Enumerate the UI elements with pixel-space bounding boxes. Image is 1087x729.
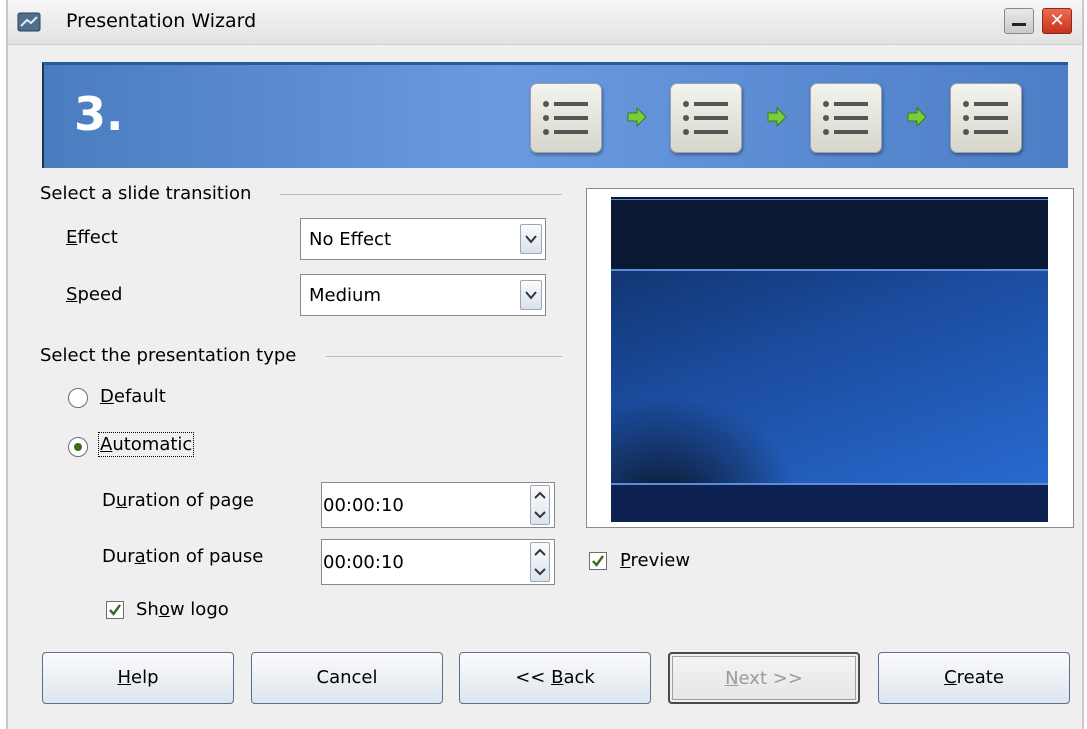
speed-select[interactable]: Medium xyxy=(300,274,546,316)
wizard-banner: 3. xyxy=(42,62,1068,168)
automatic-radio-label[interactable]: Automatic xyxy=(97,432,195,457)
step-1-list-icon xyxy=(530,83,602,153)
preview-checkbox[interactable] xyxy=(589,552,607,570)
duration-of-pause-spinner[interactable]: 00:00:10 xyxy=(321,539,555,585)
step-2-list-icon xyxy=(670,83,742,153)
step-3-list-icon xyxy=(810,83,882,153)
speed-label: Speed xyxy=(66,284,123,305)
minimize-button[interactable] xyxy=(1004,8,1034,34)
preview-slide-image xyxy=(611,197,1048,522)
slide-preview xyxy=(586,188,1074,528)
preview-header-band xyxy=(611,197,1048,271)
show-logo-label[interactable]: Show logo xyxy=(136,599,229,620)
spin-buttons[interactable] xyxy=(530,485,550,525)
step-number: 3. xyxy=(74,87,124,141)
section-divider xyxy=(280,194,562,195)
duration-of-pause-label: Duration of pause xyxy=(102,546,264,567)
default-radio[interactable] xyxy=(68,388,88,408)
checkmark-icon xyxy=(592,555,604,567)
increment-button[interactable] xyxy=(531,543,549,562)
duration-of-page-spinner[interactable]: 00:00:10 xyxy=(321,482,555,528)
decrement-button[interactable] xyxy=(531,562,549,581)
help-button[interactable]: Help xyxy=(42,652,234,704)
section-divider xyxy=(326,356,562,357)
effect-label: Effect xyxy=(66,227,118,248)
speed-dropdown-button[interactable] xyxy=(520,280,542,310)
show-logo-checkbox[interactable] xyxy=(106,601,124,619)
cancel-button[interactable]: Cancel xyxy=(251,652,443,704)
radio-selected-dot xyxy=(74,443,82,451)
slide-transition-heading: Select a slide transition xyxy=(40,183,252,204)
default-radio-label[interactable]: Default xyxy=(100,386,166,407)
checkmark-icon xyxy=(109,604,121,616)
chevron-down-icon xyxy=(525,235,537,244)
title-bar: Presentation Wizard ✕ xyxy=(8,0,1082,45)
preview-line xyxy=(611,199,1048,200)
duration-of-page-label: Duration of page xyxy=(102,490,254,511)
close-icon: ✕ xyxy=(1049,10,1065,31)
minimize-icon xyxy=(1012,23,1026,26)
automatic-radio[interactable] xyxy=(68,437,88,457)
chevron-down-icon xyxy=(525,291,537,300)
chevron-up-icon xyxy=(534,548,546,556)
chevron-up-icon xyxy=(534,491,546,499)
wizard-window: Presentation Wizard ✕ 3. Select a slide … xyxy=(6,0,1084,729)
chevron-down-icon xyxy=(534,568,546,576)
speed-value: Medium xyxy=(309,285,381,306)
next-button[interactable]: Next >> xyxy=(668,652,860,704)
arrow-right-icon xyxy=(907,106,927,128)
increment-button[interactable] xyxy=(531,486,549,505)
duration-of-page-value: 00:00:10 xyxy=(323,495,404,516)
arrow-right-icon xyxy=(627,106,647,128)
create-button[interactable]: Create xyxy=(878,652,1070,704)
spin-buttons[interactable] xyxy=(530,542,550,582)
effect-dropdown-button[interactable] xyxy=(520,224,542,254)
decrement-button[interactable] xyxy=(531,505,549,524)
step-4-list-icon xyxy=(950,83,1022,153)
effect-value: No Effect xyxy=(309,229,392,250)
preview-footer-band xyxy=(611,483,1048,522)
arrow-right-icon xyxy=(767,106,787,128)
duration-of-pause-value: 00:00:10 xyxy=(323,552,404,573)
presentation-type-heading: Select the presentation type xyxy=(40,345,297,366)
back-button[interactable]: << Back xyxy=(459,652,651,704)
chevron-down-icon xyxy=(534,511,546,519)
app-icon xyxy=(17,12,41,32)
close-button[interactable]: ✕ xyxy=(1042,8,1072,34)
effect-select[interactable]: No Effect xyxy=(300,218,546,260)
window-title: Presentation Wizard xyxy=(66,10,257,32)
preview-label[interactable]: Preview xyxy=(620,550,690,571)
